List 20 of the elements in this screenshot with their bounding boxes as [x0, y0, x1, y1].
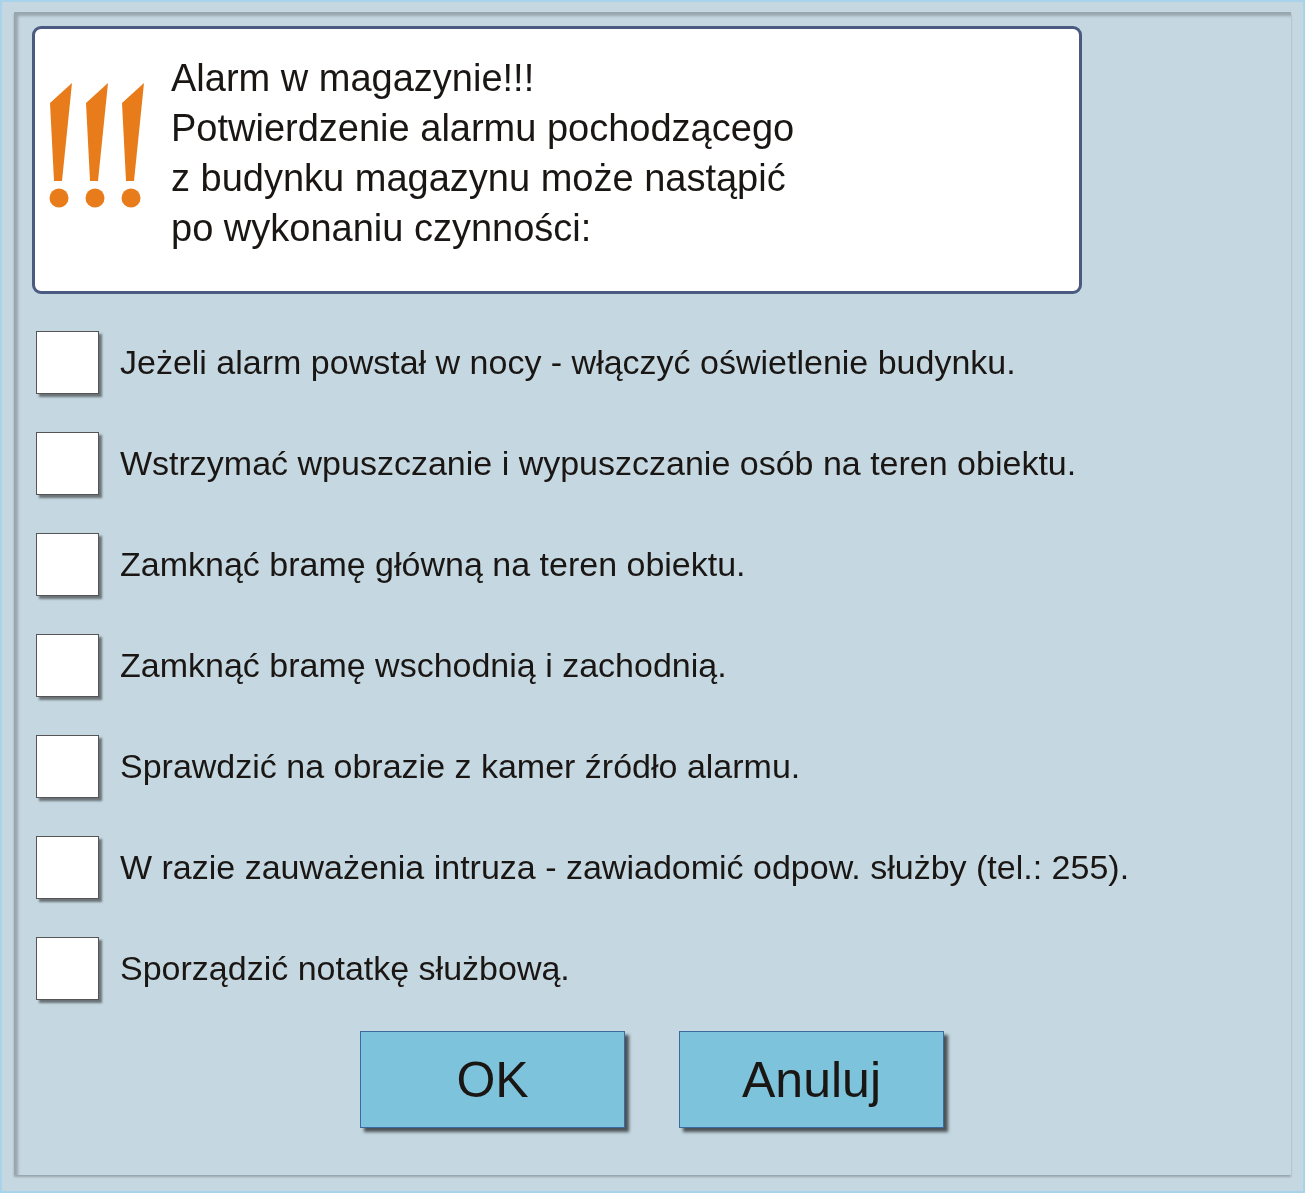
step-label: Jeżeli alarm powstał w nocy - włączyć oświetlenie budynku.	[120, 343, 1016, 382]
checkbox[interactable]	[36, 533, 99, 596]
step-label: Sprawdzić na obrazie z kamer źródło alarmu.	[120, 747, 801, 786]
step-label: Sporządzić notatkę służbową.	[120, 949, 570, 988]
checkbox[interactable]	[36, 735, 99, 798]
checkbox[interactable]	[36, 937, 99, 1000]
step-label: Wstrzymać wpuszczanie i wypuszczanie osób na teren obiektu.	[120, 444, 1077, 483]
message-line: z budynku magazynu może nastąpić	[171, 156, 787, 201]
checkbox[interactable]	[36, 836, 99, 899]
checkbox[interactable]	[36, 634, 99, 697]
step-label: W razie zauważenia intruza - zawiadomić odpow. służby (tel.: 255).	[120, 848, 1130, 887]
checkbox[interactable]	[36, 331, 99, 394]
cancel-button[interactable]: Anuluj	[679, 1031, 944, 1128]
step-label: Zamknąć bramę główną na teren obiektu.	[120, 545, 746, 584]
message-line: Potwierdzenie alarmu pochodzącego	[171, 106, 795, 151]
message-line: po wykonaniu czynności:	[171, 206, 593, 251]
checkbox[interactable]	[36, 432, 99, 495]
ok-button[interactable]: OK	[360, 1031, 625, 1128]
alarm-title: Alarm w magazynie!!!	[171, 56, 536, 101]
step-label: Zamknąć bramę wschodnią i zachodnią.	[120, 646, 727, 685]
